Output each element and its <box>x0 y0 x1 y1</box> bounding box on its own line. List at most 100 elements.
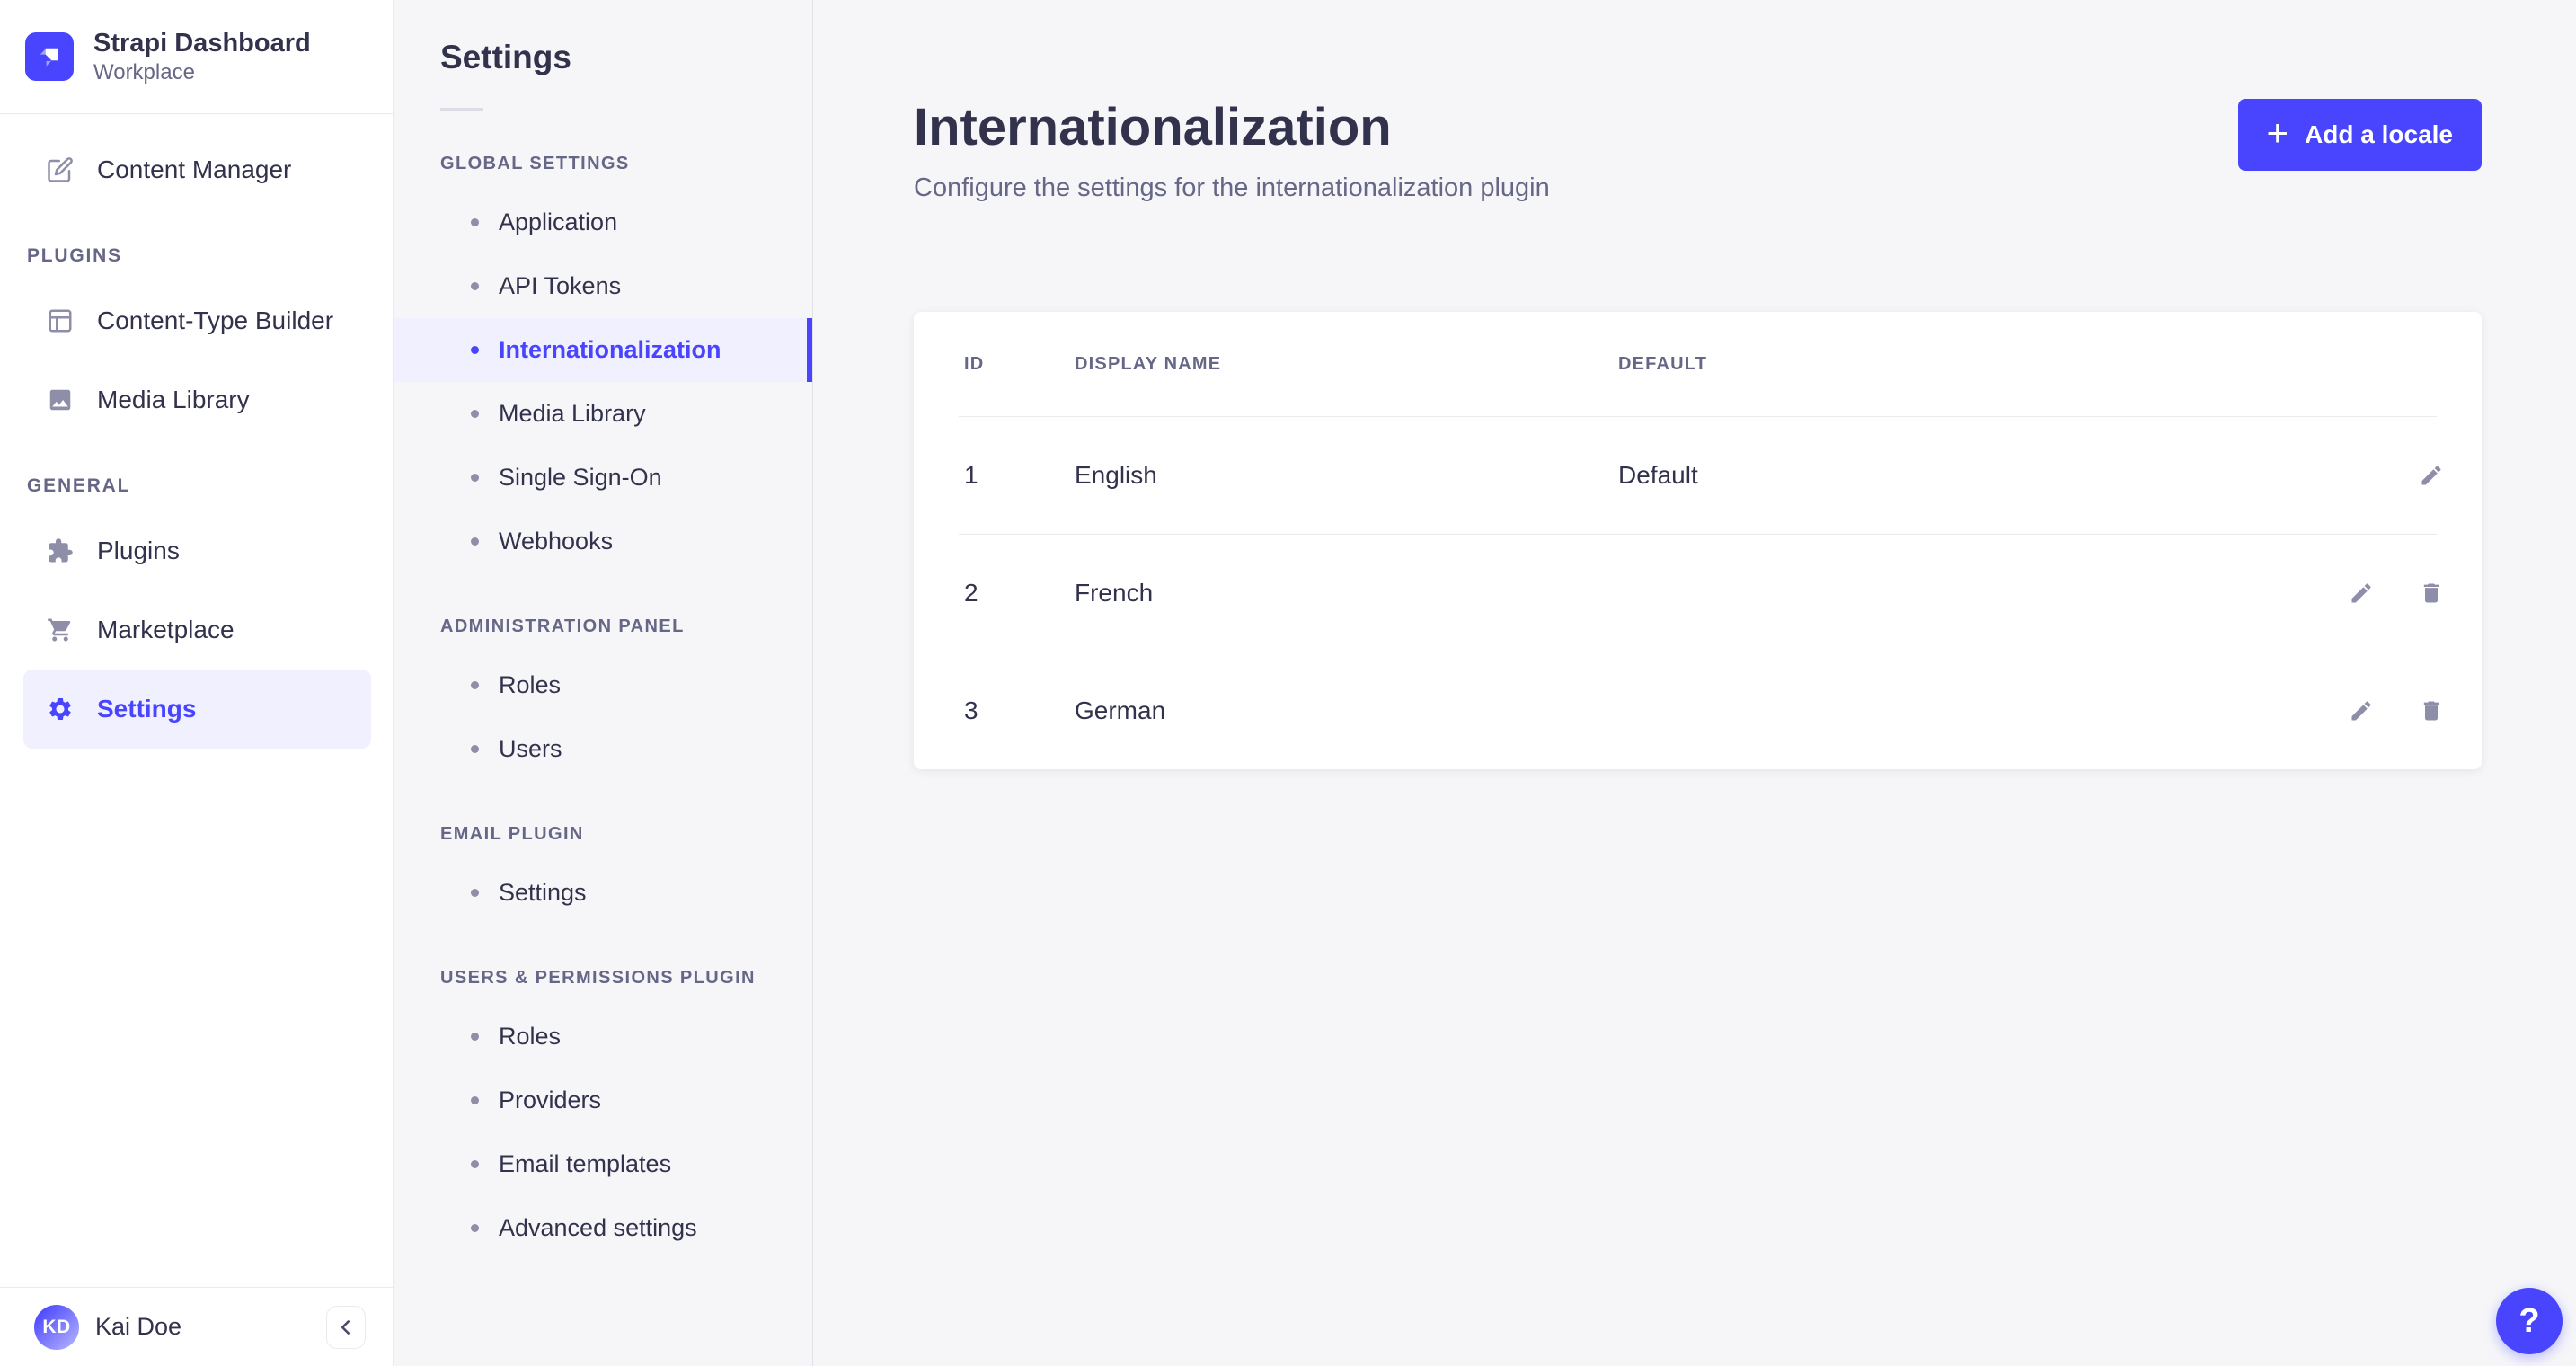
add-locale-button-label: Add a locale <box>2305 120 2453 148</box>
settings-section-users-permissions-plugin: USERS & PERMISSIONS PLUGIN Roles Providers… <box>394 968 812 1260</box>
brand[interactable]: Strapi Dashboard Workplace <box>0 0 393 114</box>
brand-text: Strapi Dashboard Workplace <box>93 27 311 86</box>
settings-item-internationalization[interactable]: Internationalization <box>394 318 812 382</box>
settings-item-advanced-settings[interactable]: Advanced settings <box>394 1196 812 1260</box>
help-button[interactable]: ? <box>2496 1288 2563 1354</box>
settings-item-application[interactable]: Application <box>394 191 812 254</box>
nav-section-label: PLUGINS <box>27 245 122 266</box>
locale-id: 1 <box>964 461 978 489</box>
column-header-display-name: DISPLAY NAME <box>1075 353 1222 374</box>
sidebar-item-settings[interactable]: Settings <box>23 670 371 749</box>
settings-item-label: Users <box>499 735 562 762</box>
user-name: Kai Doe <box>95 1313 182 1340</box>
app: { "brand": { "title": "Strapi Dashboard"… <box>0 0 2576 1366</box>
settings-item-api-tokens[interactable]: API Tokens <box>394 254 812 318</box>
settings-item-settings[interactable]: Settings <box>394 861 812 925</box>
settings-item-label: Advanced settings <box>499 1214 697 1241</box>
sidebar-item-content-manager[interactable]: Content Manager <box>23 130 371 209</box>
row-actions <box>2230 696 2446 725</box>
settings-sidebar-title: Settings <box>440 39 571 75</box>
settings-item-label: Internationalization <box>499 336 721 363</box>
settings-section-global-settings: GLOBAL SETTINGS Application API Tokens Inte… <box>394 154 812 573</box>
bullet-icon <box>471 410 479 418</box>
add-locale-button[interactable]: + Add a locale <box>2237 99 2482 171</box>
page-title: Internationalization <box>914 98 1392 156</box>
brand-subtitle: Workplace <box>93 60 195 84</box>
plus-icon: + <box>2266 111 2289 154</box>
locale-display-name: French <box>1075 579 1154 607</box>
user-profile[interactable]: KD Kai Doe <box>0 1287 393 1366</box>
pencil-icon <box>2419 463 2444 488</box>
settings-item-label: Application <box>499 208 618 235</box>
page-subtitle: Configure the settings for the internati… <box>914 173 1550 202</box>
strapi-logo-icon <box>25 32 74 81</box>
page-header: Internationalization Configure the setti… <box>914 97 2482 204</box>
table-row-french: 2 French <box>914 535 2482 652</box>
bullet-icon <box>471 681 479 689</box>
page-header-text: Internationalization Configure the setti… <box>914 97 1550 204</box>
settings-item-label: Media Library <box>499 400 646 427</box>
sidebar-item-media-library[interactable]: Media Library <box>23 360 371 439</box>
settings-item-providers[interactable]: Providers <box>394 1069 812 1132</box>
bullet-icon <box>471 1160 479 1168</box>
pencil-icon <box>2349 581 2374 606</box>
divider <box>440 108 483 111</box>
table-body: 1 English Default 2 French 3 German <box>914 416 2482 769</box>
settings-item-label: Providers <box>499 1087 602 1113</box>
settings-item-label: Single Sign-On <box>499 464 662 491</box>
locale-display-name: English <box>1075 461 1157 489</box>
sidebar-item-label: Content Manager <box>97 155 292 183</box>
edit-locale-button[interactable] <box>2347 579 2376 608</box>
settings-item-users[interactable]: Users <box>394 717 812 781</box>
settings-section-label: USERS & PERMISSIONS PLUGIN <box>440 968 756 988</box>
bullet-icon <box>471 282 479 290</box>
sidebar-item-label: Media Library <box>97 386 250 413</box>
settings-item-email-templates[interactable]: Email templates <box>394 1132 812 1196</box>
gear-icon <box>47 696 74 723</box>
settings-section-administration-panel: ADMINISTRATION PANEL Roles Users <box>394 616 812 781</box>
table-row-english: 1 English Default <box>914 417 2482 534</box>
puzzle-icon <box>47 537 74 564</box>
column-header-id: ID <box>964 353 985 374</box>
main-sidebar: Strapi Dashboard Workplace Content Manag… <box>0 0 394 1366</box>
settings-item-label: Settings <box>499 879 587 906</box>
question-mark-icon: ? <box>2518 1301 2540 1340</box>
delete-locale-button[interactable] <box>2417 696 2446 725</box>
bullet-icon <box>471 474 479 482</box>
edit-locale-button[interactable] <box>2347 696 2376 725</box>
bullet-icon <box>471 346 479 354</box>
edit-locale-button[interactable] <box>2417 461 2446 490</box>
bullet-icon <box>471 1224 479 1232</box>
sidebar-item-marketplace[interactable]: Marketplace <box>23 590 371 670</box>
locale-display-name: German <box>1075 696 1166 724</box>
settings-item-roles[interactable]: Roles <box>394 1005 812 1069</box>
locale-id: 2 <box>964 579 978 607</box>
settings-item-label: Webhooks <box>499 528 614 554</box>
table-row-german: 3 German <box>914 652 2482 769</box>
bullet-icon <box>471 218 479 226</box>
image-icon <box>47 386 74 413</box>
settings-section-label: GLOBAL SETTINGS <box>440 154 630 173</box>
sidebar-item-label: Marketplace <box>97 616 235 643</box>
settings-section-email-plugin: EMAIL PLUGIN Settings <box>394 824 812 925</box>
settings-item-webhooks[interactable]: Webhooks <box>394 510 812 573</box>
row-actions <box>2230 579 2446 608</box>
trash-icon <box>2419 698 2444 723</box>
settings-item-roles[interactable]: Roles <box>394 653 812 717</box>
sidebar-item-content-type-builder[interactable]: Content-Type Builder <box>23 281 371 360</box>
bullet-icon <box>471 1096 479 1104</box>
trash-icon <box>2419 581 2444 606</box>
sidebar-item-plugins[interactable]: Plugins <box>23 511 371 590</box>
locale-id: 3 <box>964 696 978 724</box>
settings-item-single-sign-on[interactable]: Single Sign-On <box>394 446 812 510</box>
settings-item-media-library[interactable]: Media Library <box>394 382 812 446</box>
cart-icon <box>47 616 74 643</box>
layout-icon <box>47 307 74 334</box>
row-actions <box>2230 461 2446 490</box>
settings-section-label: ADMINISTRATION PANEL <box>440 616 685 636</box>
collapse-sidebar-button[interactable] <box>326 1305 366 1349</box>
delete-locale-button[interactable] <box>2417 579 2446 608</box>
settings-item-label: Email templates <box>499 1150 672 1177</box>
bullet-icon <box>471 745 479 753</box>
sidebar-item-label: Plugins <box>97 537 180 564</box>
